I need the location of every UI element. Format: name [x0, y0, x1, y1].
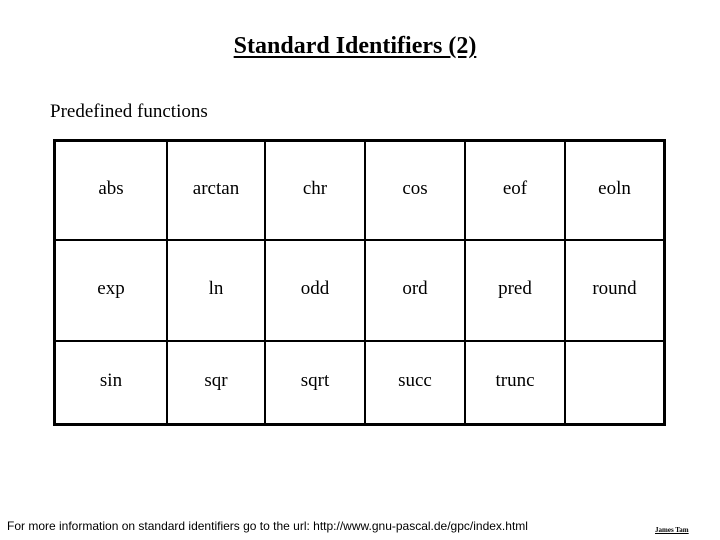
- footer-note: For more information on standard identif…: [7, 519, 528, 533]
- table-cell: chr: [264, 139, 366, 241]
- slide-title: Standard Identifiers (2): [233, 33, 477, 59]
- table-cell: eof: [464, 139, 566, 241]
- table-cell: sin: [53, 340, 168, 426]
- table-cell: round: [564, 239, 666, 342]
- table-cell: sqr: [166, 340, 266, 426]
- table-cell: ord: [364, 239, 466, 342]
- table-cell: succ: [364, 340, 466, 426]
- table-cell: abs: [53, 139, 168, 241]
- table-cell: pred: [464, 239, 566, 342]
- author-credit: James Tam: [655, 526, 689, 534]
- table-cell: eoln: [564, 139, 666, 241]
- table-cell: cos: [364, 139, 466, 241]
- table-cell: sqrt: [264, 340, 366, 426]
- functions-table: abs arctan chr cos eof eoln exp ln odd o…: [53, 139, 666, 426]
- table-row: sin sqr sqrt succ trunc: [53, 340, 666, 426]
- table-row: abs arctan chr cos eof eoln: [53, 139, 666, 241]
- table-cell: trunc: [464, 340, 566, 426]
- table-cell: arctan: [166, 139, 266, 241]
- table-cell-empty: [564, 340, 666, 426]
- table-row: exp ln odd ord pred round: [53, 239, 666, 342]
- table-cell: exp: [53, 239, 168, 342]
- section-heading: Predefined functions: [50, 101, 208, 122]
- table-cell: odd: [264, 239, 366, 342]
- table-cell: ln: [166, 239, 266, 342]
